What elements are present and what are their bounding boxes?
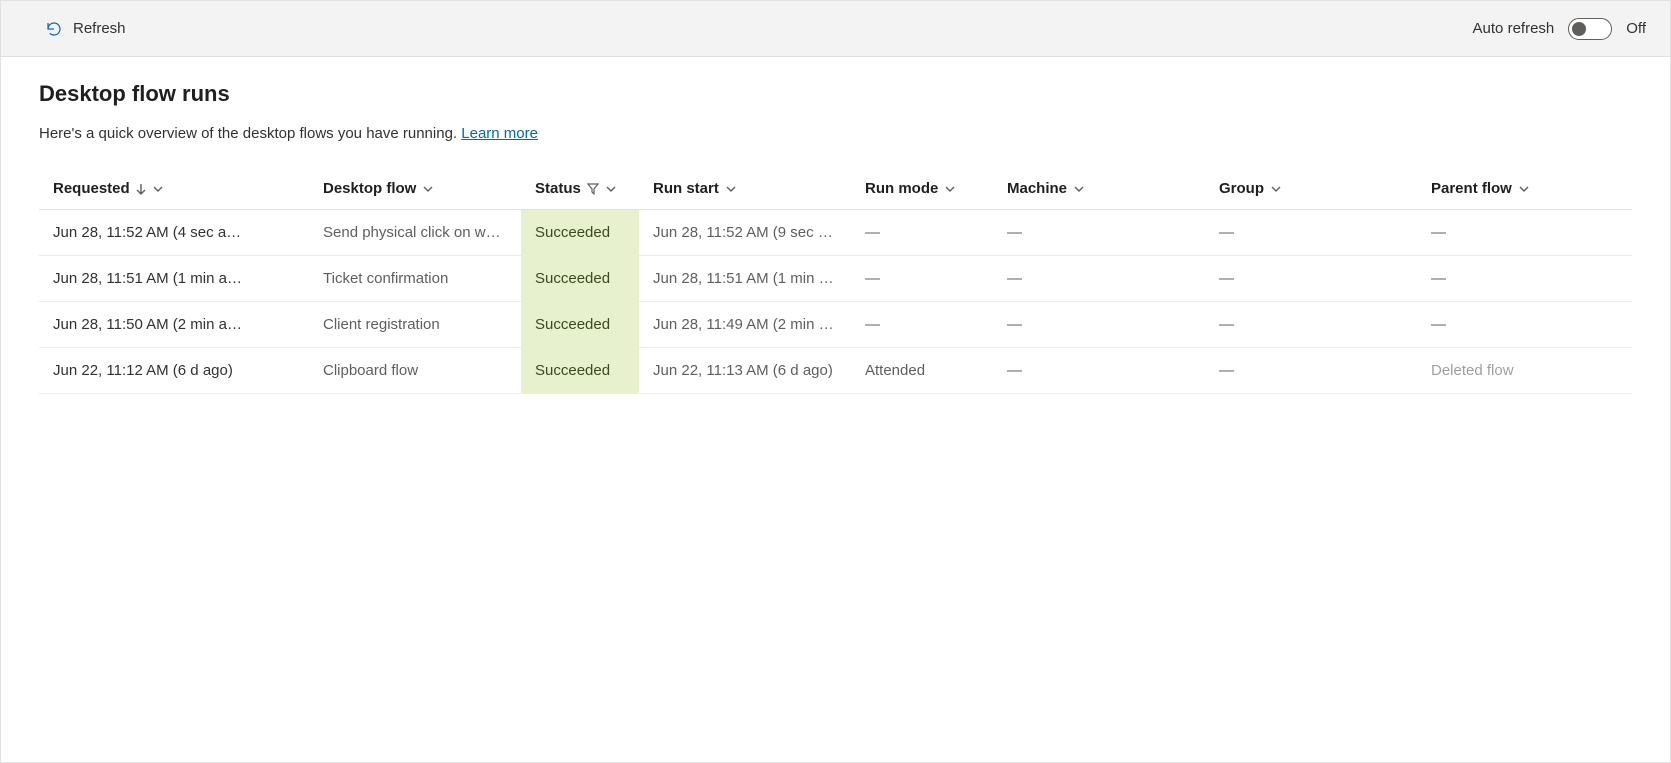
col-header-status[interactable]: Status: [521, 168, 639, 210]
col-header-requested[interactable]: Requested: [39, 168, 309, 210]
filter-icon: [587, 183, 599, 195]
cell-machine: —: [993, 302, 1205, 348]
cell-requested: Jun 28, 11:51 AM (1 min a…: [39, 256, 309, 302]
cell-status: Succeeded: [521, 256, 639, 302]
content: Desktop flow runs Here's a quick overvie…: [1, 57, 1670, 418]
col-label-run-start: Run start: [653, 180, 719, 197]
cell-machine: —: [993, 210, 1205, 256]
cell-parent-flow: Deleted flow: [1417, 348, 1632, 394]
cell-parent-flow: —: [1417, 302, 1632, 348]
auto-refresh-state: Off: [1626, 20, 1646, 37]
cell-machine: —: [993, 348, 1205, 394]
col-header-run-mode[interactable]: Run mode: [851, 168, 993, 210]
chevron-down-icon: [1073, 183, 1085, 195]
toggle-knob: [1572, 22, 1586, 36]
cell-run-start: Jun 28, 11:49 AM (2 min ago): [639, 302, 851, 348]
chevron-down-icon: [152, 183, 164, 195]
cell-parent-flow: —: [1417, 210, 1632, 256]
cell-desktop-flow: Ticket confirmation: [309, 256, 521, 302]
col-header-run-start[interactable]: Run start: [639, 168, 851, 210]
page-description: Here's a quick overview of the desktop f…: [39, 125, 1632, 142]
chevron-down-icon: [1518, 183, 1530, 195]
learn-more-link[interactable]: Learn more: [461, 125, 538, 142]
cell-status: Succeeded: [521, 302, 639, 348]
cell-run-start: Jun 28, 11:52 AM (9 sec ago): [639, 210, 851, 256]
chevron-down-icon: [1270, 183, 1282, 195]
table-row[interactable]: Jun 22, 11:12 AM (6 d ago)Clipboard flow…: [39, 348, 1632, 394]
cell-run-mode: Attended: [851, 348, 993, 394]
col-label-run-mode: Run mode: [865, 180, 938, 197]
col-label-desktop-flow: Desktop flow: [323, 180, 416, 197]
refresh-icon: [45, 20, 63, 38]
col-header-desktop-flow[interactable]: Desktop flow: [309, 168, 521, 210]
table-row[interactable]: Jun 28, 11:52 AM (4 sec a…Send physical …: [39, 210, 1632, 256]
page-title: Desktop flow runs: [39, 81, 1632, 107]
cell-group: —: [1205, 210, 1417, 256]
col-header-group[interactable]: Group: [1205, 168, 1417, 210]
cell-requested: Jun 28, 11:50 AM (2 min a…: [39, 302, 309, 348]
cell-group: —: [1205, 256, 1417, 302]
cell-desktop-flow: Clipboard flow: [309, 348, 521, 394]
cell-run-start: Jun 22, 11:13 AM (6 d ago): [639, 348, 851, 394]
cell-desktop-flow: Send physical click on web e…: [309, 210, 521, 256]
auto-refresh-toggle[interactable]: [1568, 18, 1612, 40]
cell-requested: Jun 28, 11:52 AM (4 sec a…: [39, 210, 309, 256]
cell-status: Succeeded: [521, 210, 639, 256]
runs-table: Requested Desktop flow: [39, 168, 1632, 394]
col-label-group: Group: [1219, 180, 1264, 197]
col-label-parent-flow: Parent flow: [1431, 180, 1512, 197]
sort-down-icon: [136, 183, 146, 195]
chevron-down-icon: [725, 183, 737, 195]
cell-run-mode: —: [851, 302, 993, 348]
col-label-requested: Requested: [53, 180, 130, 197]
cell-run-start: Jun 28, 11:51 AM (1 min ago): [639, 256, 851, 302]
cell-status: Succeeded: [521, 348, 639, 394]
page-description-text: Here's a quick overview of the desktop f…: [39, 125, 461, 142]
col-label-machine: Machine: [1007, 180, 1067, 197]
cell-group: —: [1205, 348, 1417, 394]
chevron-down-icon: [422, 183, 434, 195]
col-label-status: Status: [535, 180, 581, 197]
cell-group: —: [1205, 302, 1417, 348]
refresh-button[interactable]: Refresh: [45, 20, 126, 38]
cell-desktop-flow: Client registration: [309, 302, 521, 348]
toolbar: Refresh Auto refresh Off: [1, 1, 1670, 57]
col-header-machine[interactable]: Machine: [993, 168, 1205, 210]
chevron-down-icon: [605, 183, 617, 195]
cell-run-mode: —: [851, 256, 993, 302]
cell-run-mode: —: [851, 210, 993, 256]
chevron-down-icon: [944, 183, 956, 195]
cell-requested: Jun 22, 11:12 AM (6 d ago): [39, 348, 309, 394]
refresh-label: Refresh: [73, 20, 126, 37]
auto-refresh-label: Auto refresh: [1473, 20, 1555, 37]
col-header-parent-flow[interactable]: Parent flow: [1417, 168, 1632, 210]
table-row[interactable]: Jun 28, 11:50 AM (2 min a…Client registr…: [39, 302, 1632, 348]
table-row[interactable]: Jun 28, 11:51 AM (1 min a…Ticket confirm…: [39, 256, 1632, 302]
cell-machine: —: [993, 256, 1205, 302]
cell-parent-flow: —: [1417, 256, 1632, 302]
